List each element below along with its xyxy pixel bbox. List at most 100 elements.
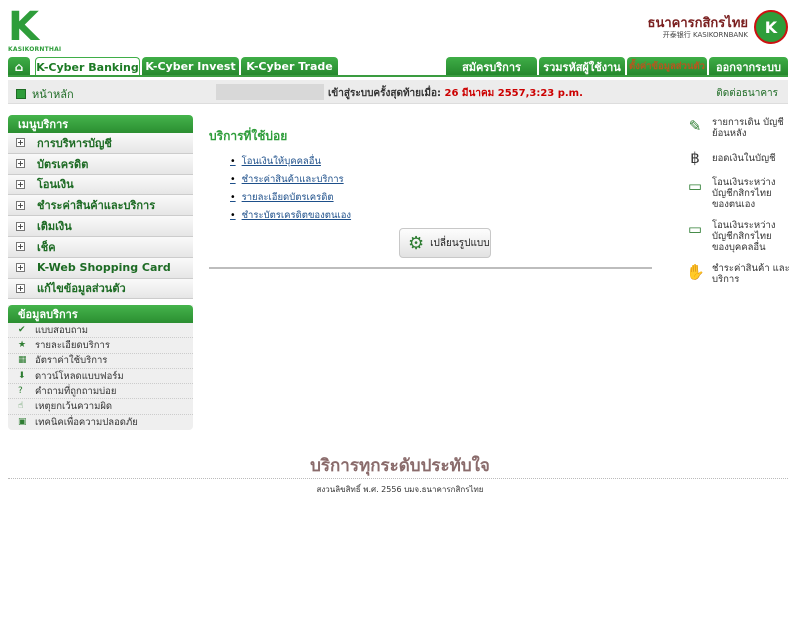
sidebar-item-transfer[interactable]: + โอนเงิน: [8, 174, 193, 196]
expand-icon: +: [16, 221, 25, 231]
kasikorn-logo[interactable]: K KASIKORNTHAI: [8, 7, 62, 53]
bank-brand: ธนาคารกสิกรไทย 开泰银行 KASIKORNBANK K: [588, 10, 788, 46]
bank-name-eng: 开泰银行 KASIKORNBANK: [662, 31, 748, 39]
slogan: บริการทุกระดับประทับใจ: [310, 456, 490, 476]
sidebar-item-shopping-card[interactable]: + K-Web Shopping Card: [8, 257, 193, 279]
service-info: ข้อมูลบริการ ✔ แบบสอบถาม ★ รายละเอียดบริกา…: [8, 305, 193, 431]
lock-icon: ▣: [18, 416, 27, 427]
tab-user-ids[interactable]: รวมรหัสผู้ใช้งาน: [539, 57, 625, 76]
tab-personal-settings[interactable]: ตั้งค่าข้อมูลส่วนตัว: [627, 57, 707, 76]
info-item-disclaimer[interactable]: ☝ เหตุยกเว้นความผิด: [8, 399, 193, 415]
quick-transfer-others[interactable]: ▭ โอนเงินระหว่าง บัญชีกสิกรไทย ของบุคคลอ…: [686, 220, 790, 253]
quick-transfer-own[interactable]: ▭ โอนเงินระหว่าง บัญชีกสิกรไทย ของตนเอง: [686, 177, 790, 210]
main-divider: [209, 267, 652, 269]
tab-k-cyber-trade[interactable]: K-Cyber Trade: [241, 57, 338, 76]
calculator-icon: ▦: [18, 355, 27, 366]
last-login: เข้าสู่ระบบครั้งสุดท้ายเมื่อ: 26 มีนาคม …: [328, 86, 583, 101]
sidebar-item-label: K-Web Shopping Card: [37, 261, 171, 275]
check-icon: ✔: [18, 324, 26, 335]
tab-k-cyber-invest[interactable]: K-Cyber Invest: [142, 57, 239, 76]
info-item-label: อัตราค่าใช้บริการ: [35, 355, 108, 367]
bank-seal-icon: K: [754, 10, 788, 44]
sidebar-item-account-management[interactable]: + การบริหารบัญชี: [8, 133, 193, 154]
info-item-details[interactable]: ★ รายละเอียดบริการ: [8, 338, 193, 354]
quick-label: ชำระค่าสินค้า และบริการ: [712, 263, 790, 285]
quick-account-balance[interactable]: ฿ ยอดเงินในบัญชี: [686, 149, 790, 167]
gear-icon: ⚙: [408, 232, 425, 254]
sidebar-item-label: เติมเงิน: [37, 220, 72, 234]
home-icon: ⌂: [14, 59, 24, 74]
last-login-label: เข้าสู่ระบบครั้งสุดท้ายเมื่อ:: [328, 88, 442, 99]
money-bag-icon: ฿: [690, 149, 700, 167]
sidebar-item-label: เช็ค: [37, 240, 56, 254]
question-icon: ?: [18, 385, 23, 396]
sidebar-item-label: ชำระค่าสินค้าและบริการ: [37, 199, 156, 213]
top-nav: ⌂ K-Cyber Banking K-Cyber Invest K-Cyber…: [8, 57, 788, 76]
header: K KASIKORNTHAI ธนาคารกสิกรไทย 开泰银行 KASIK…: [0, 0, 800, 56]
link-pay-own-credit-card[interactable]: ชำระบัตรเครดิตของตนเอง: [230, 206, 351, 224]
quick-label: โอนเงินระหว่าง บัญชีกสิกรไทย ของตนเอง: [712, 177, 776, 210]
last-login-value: 26 มีนาคม 2557,3:23 p.m.: [444, 88, 583, 99]
home-tab[interactable]: ⌂: [8, 57, 30, 76]
info-item-fees[interactable]: ▦ อัตราค่าใช้บริการ: [8, 354, 193, 369]
sidebar-item-bill-payment[interactable]: + ชำระค่าสินค้าและบริการ: [8, 195, 193, 217]
star-icon: ★: [18, 339, 27, 350]
home-link-label: หน้าหลัก: [32, 88, 74, 101]
logo-text: KASIKORNTHAI: [8, 46, 62, 53]
info-item-download-forms[interactable]: ⬇ ดาวน์โหลดแบบฟอร์ม: [8, 369, 193, 385]
info-item-label: รายละเอียดบริการ: [35, 339, 110, 351]
change-layout-label: เปลี่ยนรูปแบบ: [430, 237, 490, 249]
quick-statement-history[interactable]: ✎ รายการเดิน บัญชีย้อนหลัง: [686, 117, 790, 139]
tab-register[interactable]: สมัครบริการ: [446, 57, 537, 76]
sidebar-item-label: การบริหารบัญชี: [37, 136, 112, 150]
service-menu: เมนูบริการ + การบริหารบัญชี + บัตรเครดิต +…: [8, 115, 193, 300]
frequent-services-list: โอนเงินให้บุคคลอื่น ชำระค่าสินค้าและบริก…: [230, 152, 351, 224]
home-link[interactable]: หน้าหลัก: [16, 85, 74, 103]
link-bill-payment[interactable]: ชำระค่าสินค้าและบริการ: [230, 170, 351, 188]
quick-label: ยอดเงินในบัญชี: [712, 153, 776, 164]
expand-icon: +: [16, 159, 25, 169]
quick-label: โอนเงินระหว่าง บัญชีกสิกรไทย ของบุคคลอื่…: [712, 220, 776, 253]
info-item-label: เทคนิคเพื่อความปลอดภัย: [35, 416, 138, 428]
sidebar-item-edit-profile[interactable]: + แก้ไขข้อมูลส่วนตัว: [8, 278, 193, 300]
sidebar-item-label: บัตรเครดิต: [37, 157, 89, 171]
change-layout-button[interactable]: ⚙ เปลี่ยนรูปแบบ: [399, 228, 491, 258]
expand-icon: +: [16, 263, 25, 273]
service-info-title: ข้อมูลบริการ: [8, 305, 193, 323]
info-item-label: แบบสอบถาม: [35, 324, 89, 336]
home-grid-icon: [16, 89, 26, 99]
info-item-label: คำถามที่ถูกถามบ่อย: [35, 385, 117, 397]
sidebar-item-label: แก้ไขข้อมูลส่วนตัว: [37, 282, 126, 296]
expand-icon: +: [16, 283, 25, 293]
info-item-label: เหตุยกเว้นความผิด: [35, 401, 113, 413]
link-transfer-others[interactable]: โอนเงินให้บุคคลอื่น: [230, 152, 351, 170]
service-menu-title: เมนูบริการ: [8, 115, 193, 133]
info-item-security-tips[interactable]: ▣ เทคนิคเพื่อความปลอดภัย: [8, 415, 193, 430]
info-item-survey[interactable]: ✔ แบบสอบถาม: [8, 323, 193, 339]
link-credit-card-details[interactable]: รายละเอียดบัตรเครดิต: [230, 188, 351, 206]
expand-icon: +: [16, 242, 25, 252]
transfer-others-icon: ▭: [687, 220, 703, 238]
sidebar-item-label: โอนเงิน: [37, 178, 74, 192]
quick-bill-payment[interactable]: ✋ ชำระค่าสินค้า และบริการ: [686, 263, 790, 285]
contact-bank-link[interactable]: ติดต่อธนาคาร: [716, 86, 778, 101]
quick-links: ✎ รายการเดิน บัญชีย้อนหลัง ฿ ยอดเงินในบั…: [686, 117, 790, 295]
masked-username: [216, 84, 324, 100]
sidebar-item-top-up[interactable]: + เติมเงิน: [8, 216, 193, 237]
copyright: สงวนลิขสิทธิ์ พ.ศ. 2556 บมจ.ธนาคารกสิกรไ…: [316, 485, 484, 494]
quick-label: รายการเดิน บัญชีย้อนหลัง: [712, 117, 784, 139]
payment-hand-icon: ✋: [686, 263, 705, 281]
transfer-card-icon: ▭: [687, 177, 703, 195]
expand-icon: +: [16, 138, 25, 148]
sidebar-item-credit-card[interactable]: + บัตรเครดิต: [8, 153, 193, 175]
frequent-services-title: บริการที่ใช้บ่อย: [209, 129, 288, 143]
info-item-faq[interactable]: ? คำถามที่ถูกถามบ่อย: [8, 384, 193, 400]
footer-divider: [8, 478, 788, 479]
expand-icon: +: [16, 179, 25, 189]
info-item-label: ดาวน์โหลดแบบฟอร์ม: [35, 370, 124, 382]
sub-bar: หน้าหลัก เข้าสู่ระบบครั้งสุดท้ายเมื่อ: 2…: [8, 80, 788, 104]
sidebar-item-cheque[interactable]: + เช็ค: [8, 236, 193, 258]
statement-icon: ✎: [688, 117, 702, 135]
tab-k-cyber-banking[interactable]: K-Cyber Banking: [35, 57, 140, 76]
tab-logout[interactable]: ออกจากระบบ: [709, 57, 788, 76]
